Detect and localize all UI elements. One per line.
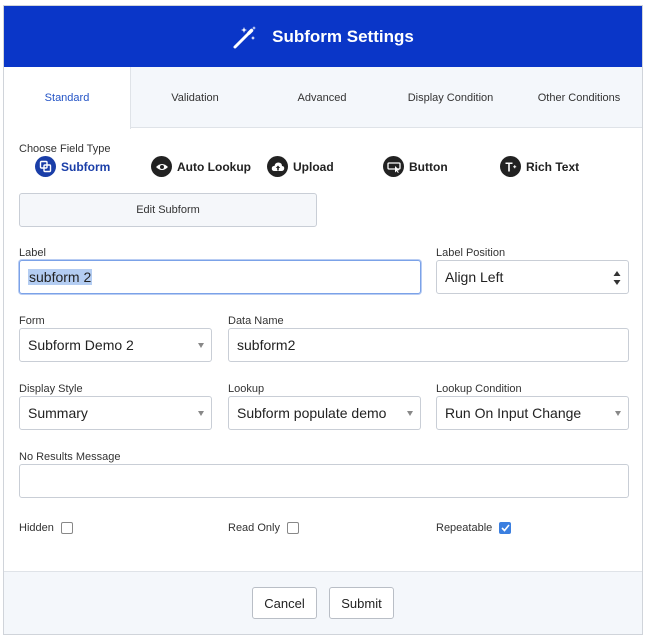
dialog-header: Subform Settings [4, 6, 642, 67]
data-name-input[interactable]: subform2 [228, 328, 629, 362]
subform-icon [35, 156, 56, 177]
form-label: Form [19, 315, 45, 327]
field-type-rich-text[interactable]: Rich Text [500, 156, 579, 177]
field-type-rich-text-label: Rich Text [526, 159, 580, 174]
submit-button[interactable]: Submit [329, 587, 394, 619]
lookup-condition-label: Lookup Condition [436, 383, 522, 395]
cancel-button[interactable]: Cancel [252, 587, 317, 619]
check-icon [501, 524, 510, 532]
tab-advanced[interactable]: Advanced [259, 67, 385, 128]
tab-bar: Standard Validation Advanced Display Con… [4, 67, 642, 129]
data-name-label: Data Name [228, 315, 284, 327]
dialog-title: Subform Settings [272, 26, 414, 46]
eye-icon [151, 156, 172, 177]
no-results-label: No Results Message [19, 451, 121, 463]
display-style-select[interactable]: Summary [19, 396, 212, 430]
field-type-upload[interactable]: Upload [267, 156, 334, 177]
button-cursor-icon [383, 156, 404, 177]
edit-subform-button[interactable]: Edit Subform [19, 193, 317, 227]
read-only-checkbox[interactable] [286, 522, 299, 534]
dialog-footer: Cancel Submit [4, 571, 642, 634]
label-input[interactable]: subform 2 [19, 260, 421, 294]
chevron-down-icon [407, 411, 413, 416]
label-position-label: Label Position [436, 247, 506, 259]
label-position-value: Align Left [445, 269, 504, 285]
field-type-auto-lookup[interactable]: Auto Lookup [151, 156, 251, 177]
cloud-upload-icon [267, 156, 288, 177]
tab-validation[interactable]: Validation [131, 67, 259, 128]
field-type-upload-label: Upload [293, 159, 334, 174]
read-only-option: Read Only [228, 522, 299, 534]
field-type-subform-label: Subform [61, 159, 111, 174]
hidden-checkbox[interactable] [60, 522, 73, 534]
label-input-value: subform 2 [28, 269, 93, 285]
display-style-label: Display Style [19, 383, 83, 395]
lookup-condition-select[interactable]: Run On Input Change [436, 396, 629, 430]
hidden-label: Hidden [19, 522, 54, 534]
label-field-label: Label [19, 247, 46, 259]
subform-settings-dialog: Subform Settings Standard Validation Adv… [3, 5, 643, 635]
form-select[interactable]: Subform Demo 2 [19, 328, 212, 362]
chevron-down-icon [198, 411, 204, 416]
field-type-button-label: Button [409, 159, 448, 174]
lookup-value: Subform populate demo [237, 405, 387, 421]
field-type-auto-lookup-label: Auto Lookup [177, 159, 251, 174]
read-only-label: Read Only [228, 522, 280, 534]
rich-text-icon [500, 156, 521, 177]
magic-wand-icon [233, 25, 257, 48]
hidden-option: Hidden [19, 522, 73, 534]
field-type-label: Choose Field Type [19, 143, 111, 155]
tab-display-condition[interactable]: Display Condition [385, 67, 516, 128]
repeatable-label: Repeatable [436, 522, 493, 534]
lookup-condition-value: Run On Input Change [445, 405, 582, 421]
display-style-value: Summary [28, 405, 88, 421]
lookup-select[interactable]: Subform populate demo [228, 396, 421, 430]
lookup-label: Lookup [228, 383, 265, 395]
tab-other-conditions[interactable]: Other Conditions [516, 67, 642, 128]
select-arrows-icon [613, 271, 621, 285]
no-results-input[interactable] [19, 464, 629, 498]
tab-standard[interactable]: Standard [4, 67, 131, 129]
data-name-value: subform2 [237, 337, 296, 353]
field-type-subform[interactable]: Subform [35, 156, 110, 177]
label-position-select[interactable]: Align Left [436, 260, 629, 294]
repeatable-option: Repeatable [436, 522, 512, 534]
field-type-button[interactable]: Button [383, 156, 448, 177]
repeatable-checkbox[interactable] [499, 522, 512, 534]
chevron-down-icon [198, 343, 204, 348]
chevron-down-icon [615, 411, 621, 416]
form-value: Subform Demo 2 [28, 337, 134, 353]
